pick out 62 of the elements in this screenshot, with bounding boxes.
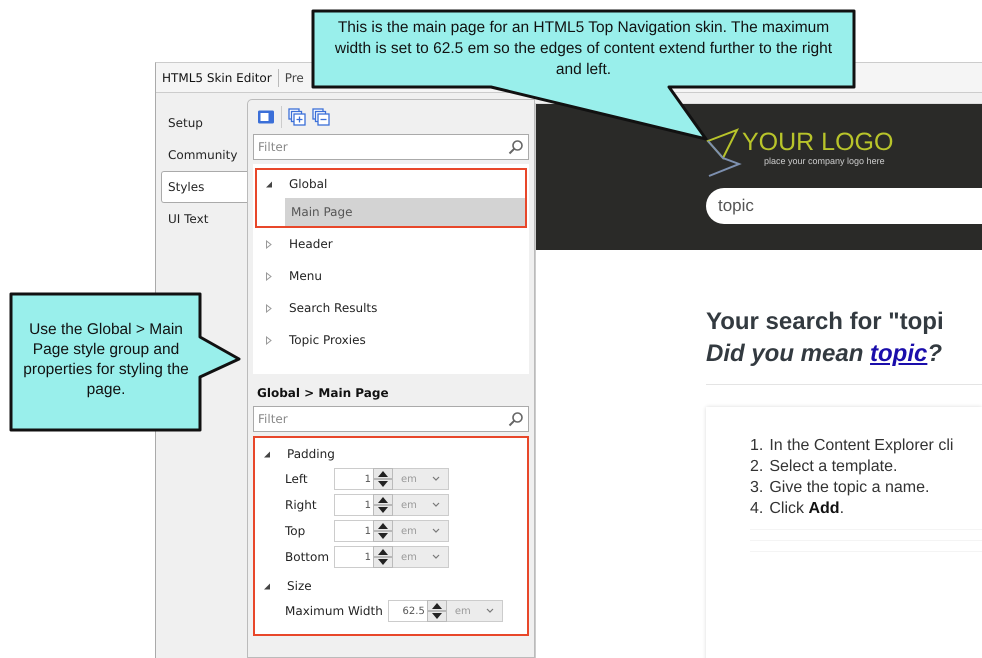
- logo-title: YOUR LOGO: [742, 128, 894, 156]
- step-text: Select a template.: [769, 457, 898, 477]
- step-number: 4.: [750, 499, 764, 519]
- group-label[interactable]: Size: [285, 578, 314, 594]
- expand-triangle-icon[interactable]: [265, 336, 273, 344]
- chevron-down-icon: [486, 608, 494, 614]
- expand-triangle-icon[interactable]: [265, 240, 273, 248]
- triangle-logo-icon: [706, 128, 742, 178]
- spinner-arrows-icon[interactable]: [373, 546, 394, 568]
- suggestion-text: Did you mean topic?: [706, 339, 944, 369]
- filter-field[interactable]: Filter: [253, 134, 529, 160]
- side-tab[interactable]: Setup: [161, 107, 247, 139]
- search-icon: [508, 411, 524, 427]
- collapse-triangle-icon[interactable]: [265, 180, 273, 188]
- step-text: Give the topic a name.: [769, 478, 930, 498]
- step-number: 3.: [750, 478, 764, 498]
- section-title: Global > Main Page: [256, 385, 390, 402]
- window-tab[interactable]: HTML5 Skin Editor: [156, 68, 279, 86]
- field-label: Bottom: [285, 550, 330, 564]
- expand-triangle-icon[interactable]: [265, 304, 273, 312]
- tree-item[interactable]: Menu: [287, 268, 324, 284]
- side-tab[interactable]: Community: [161, 139, 247, 171]
- search-icon: [508, 139, 524, 155]
- callout-text: Use the Global > Main Page style group and properties for styling the page.: [23, 320, 189, 400]
- suggestion-link[interactable]: topic: [870, 340, 928, 367]
- collapse-all-icon[interactable]: [312, 108, 330, 126]
- spinner-arrows-icon[interactable]: [373, 468, 394, 490]
- filter-field[interactable]: Filter: [253, 406, 529, 432]
- step-number: 2.: [750, 457, 764, 477]
- step-number: 1.: [750, 436, 764, 456]
- panel-icon[interactable]: [257, 109, 275, 125]
- field-label: Top: [285, 524, 306, 538]
- search-heading: Your search for "topi: [706, 307, 945, 337]
- step-text: In the Content Explorer cli: [769, 436, 954, 456]
- side-tab[interactable]: UI Text: [161, 203, 247, 235]
- spinner-arrows-icon[interactable]: [426, 600, 447, 622]
- tree-item[interactable]: Search Results: [287, 300, 380, 316]
- number-field[interactable]: 62.5: [388, 600, 427, 622]
- collapse-triangle-icon[interactable]: [263, 450, 271, 458]
- tree-item[interactable]: Topic Proxies: [287, 332, 368, 348]
- chevron-down-icon: [432, 554, 440, 560]
- search-field[interactable]: topic: [706, 188, 982, 224]
- spinner-arrows-icon[interactable]: [373, 494, 394, 516]
- window-tab[interactable]: Pre: [278, 68, 310, 86]
- tree-item[interactable]: Header: [287, 236, 335, 252]
- field-label: Right: [285, 498, 318, 512]
- group-label[interactable]: Padding: [285, 446, 337, 462]
- expand-triangle-icon[interactable]: [265, 272, 273, 280]
- chevron-down-icon: [432, 528, 440, 534]
- spinner-arrows-icon[interactable]: [373, 520, 394, 542]
- side-tab[interactable]: Styles: [161, 171, 247, 203]
- callout-text: This is the main page for an HTML5 Top Navigation skin. The maximum width is set to 62.5 em so the edges of content extend further to the right and left.: [334, 18, 834, 80]
- expand-all-icon[interactable]: [288, 108, 306, 126]
- tree-item[interactable]: Global: [287, 176, 330, 192]
- chevron-down-icon: [432, 476, 440, 482]
- field-label: Maximum Width: [285, 604, 383, 618]
- step-text: Click Add.: [769, 499, 844, 519]
- field-label: Left: [285, 472, 309, 486]
- tree-item[interactable]: Main Page: [285, 198, 525, 226]
- chevron-down-icon: [432, 502, 440, 508]
- collapse-triangle-icon[interactable]: [263, 582, 271, 590]
- logo-tagline: place your company logo here: [764, 156, 886, 166]
